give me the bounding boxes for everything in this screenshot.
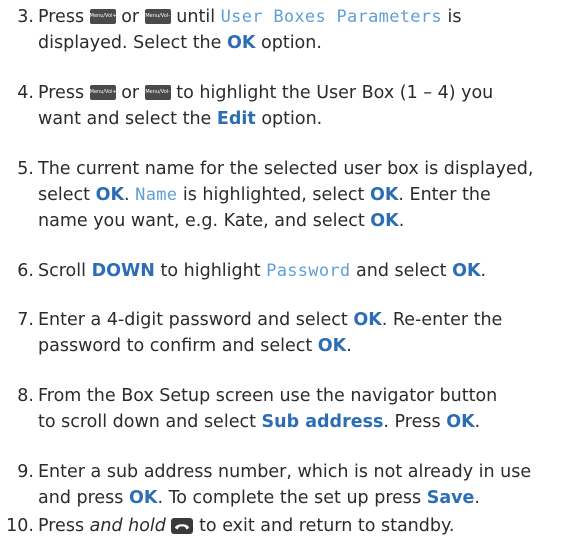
screen-text: User Boxes Parameters: [220, 7, 442, 27]
step-text: or: [121, 7, 140, 27]
step-text: Press: [38, 7, 85, 27]
menu-vol-up-key-icon: Menu/Vol+: [89, 9, 116, 24]
step-text: until: [176, 7, 216, 27]
step-text: From the Box Setup screen use the naviga…: [38, 386, 498, 406]
ok-option-label: OK: [227, 33, 256, 53]
screen-text: Password: [266, 261, 351, 281]
sub-address-option-label: Sub address: [261, 412, 384, 432]
step-text: to highlight the User Box (1 – 4) you: [176, 83, 494, 103]
ok-option-label: OK: [369, 185, 399, 205]
step-text: or: [121, 83, 140, 103]
step-text: .: [346, 336, 352, 356]
step-text: is: [447, 7, 462, 27]
step-text: . Enter the: [398, 185, 491, 205]
step-text: is highlighted, select: [182, 185, 365, 205]
step-number: 4.: [17, 83, 34, 103]
step-text: want and select the: [38, 109, 212, 129]
step-text: select: [38, 185, 90, 205]
ok-option-label: OK: [317, 336, 347, 356]
step-number: 8.: [17, 386, 34, 406]
step-text: .: [480, 261, 487, 281]
step-text-emphasis: and hold: [89, 516, 166, 536]
step-text: password to confirm and select: [38, 336, 313, 356]
step-text: Enter a sub address number, which is not…: [38, 462, 532, 482]
step-text: .: [124, 185, 130, 205]
edit-option-label: Edit: [216, 109, 256, 129]
step-text: and press: [38, 488, 124, 508]
step-text: option.: [261, 33, 322, 53]
step-number: 5.: [17, 159, 34, 179]
step-text: displayed. Select the: [38, 33, 222, 53]
step-number: 6.: [17, 261, 34, 281]
menu-vol-down-key-icon: Menu/Vol-: [144, 9, 171, 24]
ok-option-label: OK: [370, 211, 399, 231]
step-text: .: [474, 412, 481, 432]
step-text: . Press: [383, 412, 441, 432]
ok-option-label: OK: [353, 310, 382, 330]
ok-option-label: OK: [129, 488, 158, 508]
menu-vol-down-key-icon: Menu/Vol-: [144, 85, 171, 100]
step-number: 10.: [6, 516, 34, 536]
ok-option-label: OK: [446, 412, 475, 432]
step-text: Scroll: [38, 261, 86, 281]
step-number: 3.: [17, 7, 34, 27]
step-text: Press: [38, 83, 85, 103]
ok-option-label: OK: [452, 261, 481, 281]
step-text: Press: [38, 516, 85, 536]
step-text: option.: [261, 109, 323, 129]
down-key-label: DOWN: [91, 261, 155, 281]
phone-end-key-icon: [171, 518, 194, 534]
step-text: The current name for the selected user b…: [38, 159, 534, 179]
step-text: . To complete the set up press: [157, 488, 422, 508]
step-text: to exit and return to standby.: [199, 516, 455, 536]
step-text: to scroll down and select: [38, 412, 256, 432]
screen-text: Name: [135, 185, 178, 205]
ok-option-label: OK: [95, 185, 125, 205]
step-text: . Re-enter the: [381, 310, 503, 330]
step-text: Enter a 4-digit password and select: [38, 310, 348, 330]
step-number: 7.: [17, 310, 34, 330]
menu-vol-up-key-icon: Menu/Vol+: [89, 85, 116, 100]
step-number: 9.: [17, 462, 34, 482]
step-text: .: [474, 488, 480, 508]
step-text: to highlight: [160, 261, 261, 281]
save-option-label: Save: [426, 488, 475, 508]
step-text: .: [398, 211, 405, 231]
step-text: and select: [356, 261, 447, 281]
step-text: name you want, e.g. Kate, and select: [38, 211, 365, 231]
